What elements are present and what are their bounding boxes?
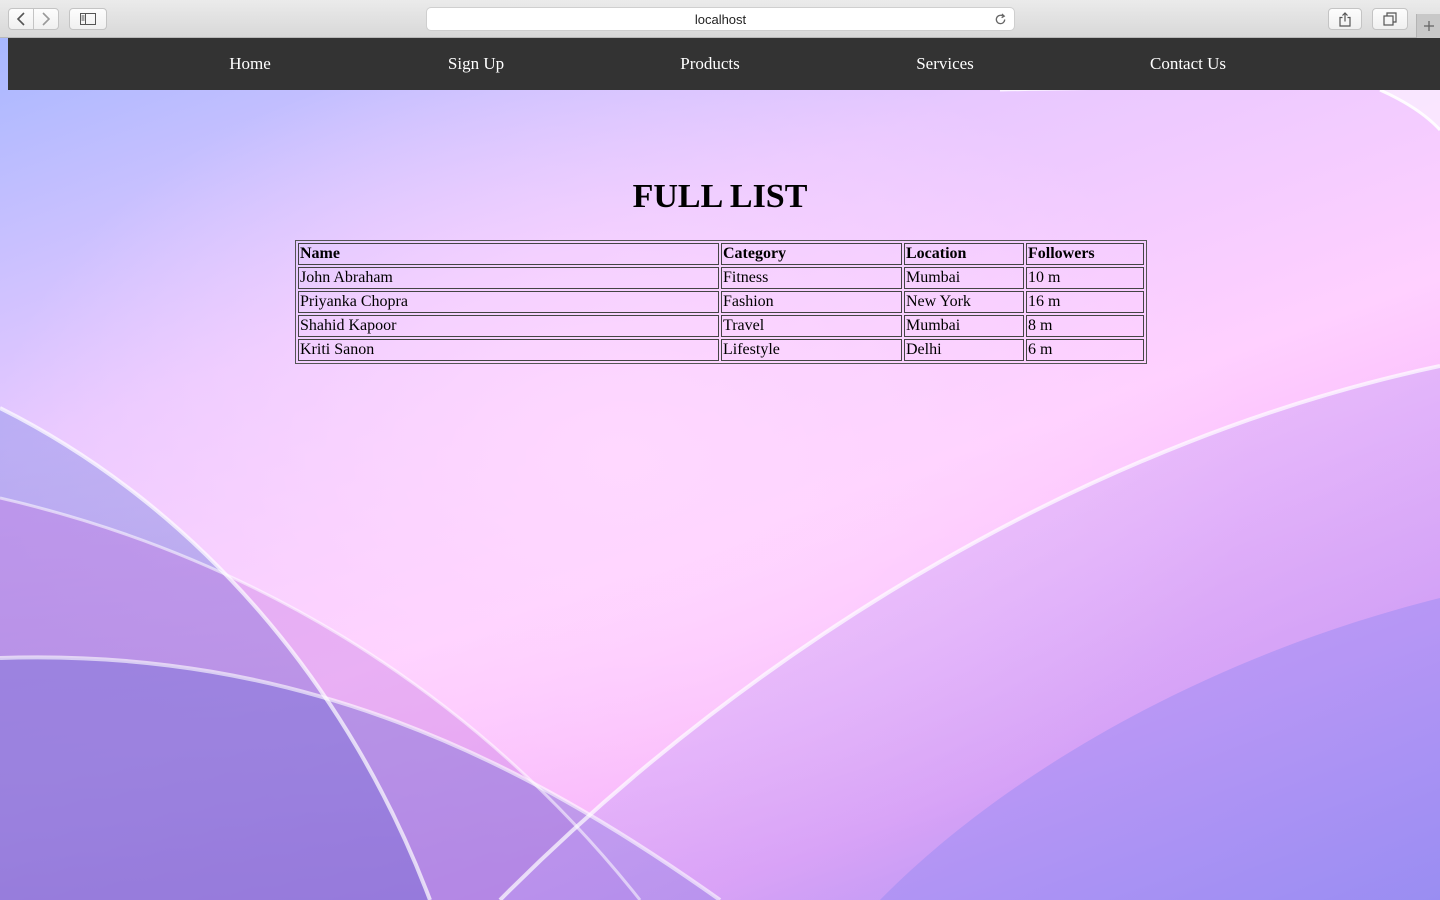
background-wallpaper bbox=[0, 38, 1440, 900]
cell-location: Mumbai bbox=[904, 267, 1024, 289]
cell-followers: 8 m bbox=[1026, 315, 1144, 337]
cell-location: Delhi bbox=[904, 339, 1024, 361]
column-header-location: Location bbox=[904, 243, 1024, 265]
column-header-name: Name bbox=[298, 243, 719, 265]
table-row: Priyanka Chopra Fashion New York 16 m bbox=[298, 291, 1144, 313]
main-nav: Home Sign Up Products Services Contact U… bbox=[8, 38, 1440, 90]
reload-icon bbox=[995, 12, 1005, 24]
share-button[interactable] bbox=[1328, 8, 1362, 30]
nav-link-contact-us[interactable]: Contact Us bbox=[1150, 38, 1226, 90]
back-button[interactable] bbox=[8, 8, 34, 30]
forward-button[interactable] bbox=[33, 8, 59, 30]
cell-category: Fitness bbox=[721, 267, 902, 289]
cell-followers: 10 m bbox=[1026, 267, 1144, 289]
chevron-left-icon bbox=[16, 12, 25, 26]
page-viewport: Home Sign Up Products Services Contact U… bbox=[0, 38, 1440, 900]
url-text: localhost bbox=[694, 11, 747, 27]
new-tab-button[interactable] bbox=[1416, 14, 1440, 38]
cell-followers: 16 m bbox=[1026, 291, 1144, 313]
cell-category: Travel bbox=[721, 315, 902, 337]
table-row: Kriti Sanon Lifestyle Delhi 6 m bbox=[298, 339, 1144, 361]
address-bar[interactable]: localhost bbox=[426, 7, 1015, 31]
column-header-category: Category bbox=[721, 243, 902, 265]
nav-link-sign-up[interactable]: Sign Up bbox=[448, 38, 504, 90]
browser-toolbar: localhost bbox=[0, 0, 1440, 38]
cell-name: John Abraham bbox=[298, 267, 719, 289]
sidebar-icon bbox=[80, 13, 96, 25]
table-header-row: Name Category Location Followers bbox=[298, 243, 1144, 265]
cell-category: Fashion bbox=[721, 291, 902, 313]
influencer-table: Name Category Location Followers John Ab… bbox=[295, 240, 1147, 364]
cell-followers: 6 m bbox=[1026, 339, 1144, 361]
page-title: FULL LIST bbox=[632, 178, 808, 215]
share-icon bbox=[1339, 11, 1351, 27]
chevron-right-icon bbox=[42, 12, 51, 26]
table-row: Shahid Kapoor Travel Mumbai 8 m bbox=[298, 315, 1144, 337]
show-tabs-button[interactable] bbox=[1372, 8, 1408, 30]
plus-icon bbox=[1423, 21, 1434, 31]
cell-location: New York bbox=[904, 291, 1024, 313]
cell-name: Shahid Kapoor bbox=[298, 315, 719, 337]
nav-link-home[interactable]: Home bbox=[229, 38, 271, 90]
cell-name: Kriti Sanon bbox=[298, 339, 719, 361]
cell-name: Priyanka Chopra bbox=[298, 291, 719, 313]
column-header-followers: Followers bbox=[1026, 243, 1144, 265]
cell-location: Mumbai bbox=[904, 315, 1024, 337]
tabs-icon bbox=[1383, 12, 1397, 26]
cell-category: Lifestyle bbox=[721, 339, 902, 361]
nav-link-products[interactable]: Products bbox=[680, 38, 740, 90]
table-row: John Abraham Fitness Mumbai 10 m bbox=[298, 267, 1144, 289]
reload-button[interactable] bbox=[992, 11, 1008, 27]
sidebar-toggle-button[interactable] bbox=[69, 8, 107, 30]
nav-link-services[interactable]: Services bbox=[916, 38, 974, 90]
